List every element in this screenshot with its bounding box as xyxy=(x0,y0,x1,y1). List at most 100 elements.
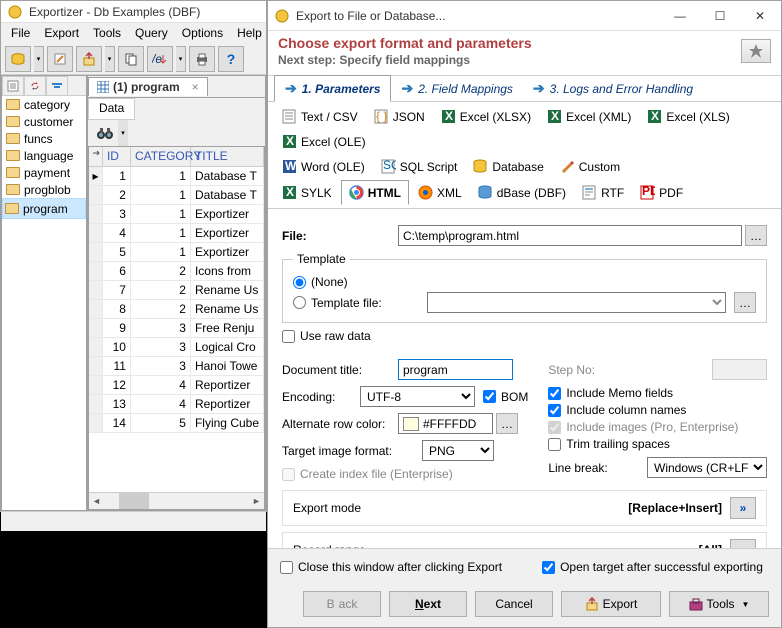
table-row[interactable]: 31Exportizer xyxy=(89,205,264,224)
step-logs[interactable]: ➔3. Logs and Error Handling xyxy=(523,76,703,101)
open-after-check[interactable] xyxy=(542,561,555,574)
format-tab-word-ole-[interactable]: WWord (OLE) xyxy=(275,155,372,178)
format-tab-text-csv[interactable]: Text / CSV xyxy=(275,105,365,128)
close-button[interactable]: ✕ xyxy=(745,9,775,23)
file-tab-program[interactable]: (1) program× xyxy=(88,77,208,96)
favorite-button[interactable] xyxy=(741,39,771,63)
menu-help[interactable]: Help xyxy=(237,26,262,40)
format-tab-sylk[interactable]: XSYLK xyxy=(275,180,339,205)
open-db-button[interactable] xyxy=(5,46,31,72)
tools-button[interactable]: Tools▼ xyxy=(669,591,769,617)
close-tab-icon[interactable]: × xyxy=(192,80,199,94)
tree-item-progblob[interactable]: progblob xyxy=(2,181,86,198)
table-row[interactable]: ▸11Database T xyxy=(89,167,264,186)
grid-header-id[interactable]: ID xyxy=(103,147,131,166)
include-cols-check[interactable] xyxy=(548,404,561,417)
svg-text:X: X xyxy=(551,109,559,123)
template-file-select[interactable] xyxy=(427,292,726,313)
format-icon: SQL xyxy=(381,159,396,174)
horizontal-scrollbar[interactable]: ◄► xyxy=(89,492,264,509)
cell-title: Exportizer xyxy=(191,224,264,242)
format-tab-custom[interactable]: Custom xyxy=(553,155,627,178)
browse-file-button[interactable]: … xyxy=(745,225,767,246)
doc-title-input[interactable] xyxy=(398,359,513,380)
binoculars-icon[interactable] xyxy=(96,126,114,140)
format-tab-excel-xml-[interactable]: XExcel (XML) xyxy=(540,105,638,128)
format-tab-rtf[interactable]: RTF xyxy=(575,180,631,205)
table-row[interactable]: 145Flying Cube xyxy=(89,414,264,433)
tree-item-category[interactable]: category xyxy=(2,96,86,113)
format-tab-xml[interactable]: XML xyxy=(411,180,469,205)
table-row[interactable]: 93Free Renju xyxy=(89,319,264,338)
next-button[interactable]: Next xyxy=(389,591,467,617)
table-row[interactable]: 124Reportizer xyxy=(89,376,264,395)
use-raw-data-check[interactable] xyxy=(282,330,295,343)
tree-item-language[interactable]: language xyxy=(2,147,86,164)
table-row[interactable]: 103Logical Cro xyxy=(89,338,264,357)
format-tab-excel-ole-[interactable]: XExcel (OLE) xyxy=(275,130,373,153)
table-row[interactable]: 41Exportizer xyxy=(89,224,264,243)
color-picker-button[interactable]: … xyxy=(496,413,518,434)
maximize-button[interactable]: ☐ xyxy=(705,9,735,23)
find-dropdown[interactable]: ▾ xyxy=(118,120,128,146)
step-mappings[interactable]: ➔2. Field Mappings xyxy=(391,76,522,101)
tree-tab-list-icon[interactable] xyxy=(2,76,24,96)
table-row[interactable]: 51Exportizer xyxy=(89,243,264,262)
menu-options[interactable]: Options xyxy=(182,26,223,40)
encoding-select[interactable]: UTF-8 xyxy=(360,386,475,407)
open-db-dropdown[interactable]: ▾ xyxy=(34,46,44,72)
format-tab-dbase-dbf-[interactable]: dBase (DBF) xyxy=(471,180,573,205)
export-action-button[interactable]: Export xyxy=(561,591,661,617)
tree-item-funcs[interactable]: funcs xyxy=(2,130,86,147)
copy-button[interactable] xyxy=(118,46,144,72)
file-input[interactable] xyxy=(398,225,742,246)
tree-tab-refresh-icon[interactable] xyxy=(24,76,46,96)
table-row[interactable]: 134Reportizer xyxy=(89,395,264,414)
template-file-radio[interactable] xyxy=(293,296,306,309)
tree-tab-filter-icon[interactable] xyxy=(46,76,68,96)
table-row[interactable]: 72Rename Us xyxy=(89,281,264,300)
menu-query[interactable]: Query xyxy=(135,26,168,40)
grid-header-title[interactable]: TITLE xyxy=(191,147,264,166)
format-tab-sql-script[interactable]: SQLSQL Script xyxy=(374,155,465,178)
print-button[interactable] xyxy=(189,46,215,72)
export-mode-expand-button[interactable]: » xyxy=(730,497,756,519)
format-tab-json[interactable]: { }JSON xyxy=(367,105,432,128)
format-tab-excel-xlsx-[interactable]: XExcel (XLSX) xyxy=(434,105,538,128)
grid-header-category[interactable]: CATEGORY xyxy=(131,147,191,166)
tree-item-customer[interactable]: customer xyxy=(2,113,86,130)
line-break-select[interactable]: Windows (CR+LF) xyxy=(647,457,767,478)
menu-export[interactable]: Export xyxy=(44,26,79,40)
bom-check[interactable] xyxy=(483,390,496,403)
format-tab-html[interactable]: HTML xyxy=(341,180,409,205)
format-tab-database[interactable]: Database xyxy=(466,155,550,178)
data-tab[interactable]: Data xyxy=(88,98,135,120)
format-tab-pdf[interactable]: PDFPDF xyxy=(633,180,690,205)
include-memo-check[interactable] xyxy=(548,387,561,400)
target-img-select[interactable]: PNG xyxy=(422,440,494,461)
data-grid[interactable]: ID CATEGORY TITLE ▸11Database T21Databas… xyxy=(88,146,265,510)
cancel-button[interactable]: Cancel xyxy=(475,591,553,617)
step-parameters[interactable]: ➔1. Parameters xyxy=(274,75,391,102)
table-row[interactable]: 21Database T xyxy=(89,186,264,205)
table-row[interactable]: 113Hanoi Towe xyxy=(89,357,264,376)
browse-template-button[interactable]: … xyxy=(734,292,756,313)
export-button[interactable] xyxy=(76,46,102,72)
export-dropdown[interactable]: ▾ xyxy=(105,46,115,72)
help-button[interactable]: ? xyxy=(218,46,244,72)
minimize-button[interactable]: — xyxy=(665,9,695,23)
menu-tools[interactable]: Tools xyxy=(93,26,121,40)
tree-item-program[interactable]: program xyxy=(2,198,86,219)
close-after-check[interactable] xyxy=(280,561,293,574)
edit-button[interactable] xyxy=(47,46,73,72)
template-none-radio[interactable] xyxy=(293,276,306,289)
tree-item-payment[interactable]: payment xyxy=(2,164,86,181)
alt-row-color-field[interactable]: #FFFFDD xyxy=(398,413,493,434)
table-row[interactable]: 62Icons from xyxy=(89,262,264,281)
trim-trailing-check[interactable] xyxy=(548,438,561,451)
replace-dropdown[interactable]: ▾ xyxy=(176,46,186,72)
replace-button[interactable]: /e xyxy=(147,46,173,72)
format-tab-excel-xls-[interactable]: XExcel (XLS) xyxy=(640,105,736,128)
table-row[interactable]: 82Rename Us xyxy=(89,300,264,319)
menu-file[interactable]: File xyxy=(11,26,30,40)
